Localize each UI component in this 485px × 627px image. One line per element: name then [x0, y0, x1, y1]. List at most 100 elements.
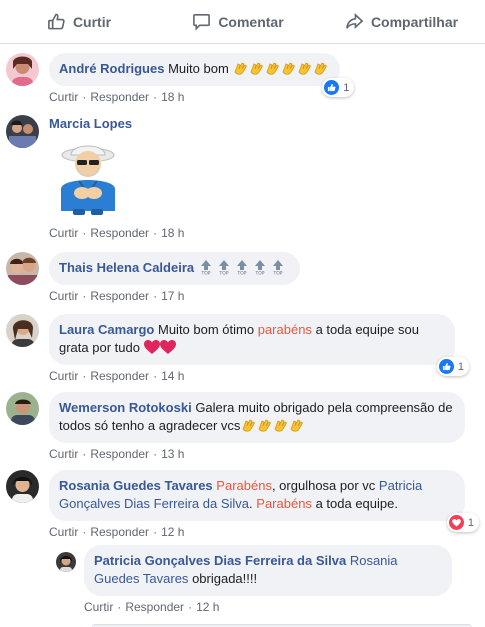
- comment-reply-link[interactable]: Responder: [90, 369, 149, 383]
- comment-meta: Curtir · Responder · 18 h: [49, 90, 185, 104]
- comment-reply-link[interactable]: Responder: [90, 289, 149, 303]
- comment-bubble: Laura Camargo Muito bom ótimo parabéns a…: [49, 314, 469, 376]
- comment-bubble: André Rodrigues Muito bom 1: [49, 53, 355, 97]
- comment-like-link[interactable]: Curtir: [49, 447, 78, 461]
- comment-item: Thais Helena Caldeira TOP TOP TOP TOP TOP Cu…: [6, 252, 300, 303]
- comment-timestamp[interactable]: 17 h: [161, 289, 184, 303]
- reaction-summary[interactable]: 1: [322, 78, 355, 97]
- clapping-hands-emoji-group: [240, 418, 304, 433]
- like-button[interactable]: Curtir: [0, 5, 158, 39]
- avatar[interactable]: [6, 53, 39, 86]
- comment-timestamp[interactable]: 18 h: [161, 90, 184, 104]
- comment-bubble: Thais Helena Caldeira TOP TOP TOP TOP TOP: [49, 252, 300, 285]
- comment-author[interactable]: Wemerson Rotokoski: [59, 400, 192, 415]
- comment-reply-link[interactable]: Responder: [90, 525, 149, 539]
- highlighted-word: parabéns: [257, 322, 312, 337]
- comment-meta: Curtir · Responder · 13 h: [49, 447, 185, 461]
- comment-timestamp[interactable]: 13 h: [161, 447, 184, 461]
- like-reaction-icon: [438, 359, 454, 374]
- avatar[interactable]: [6, 252, 39, 285]
- clapping-hands-icon: [258, 419, 272, 432]
- clapping-hands-icon: [282, 62, 296, 75]
- comment-like-link[interactable]: Curtir: [49, 369, 78, 383]
- clapping-hands-icon: [298, 62, 312, 75]
- comment-timestamp[interactable]: 12 h: [196, 600, 219, 614]
- comment-item: André Rodrigues Muito bom 1 Curtir · Respo…: [6, 53, 355, 104]
- top-arrow-icon: TOP: [272, 260, 283, 276]
- svg-text:TOP: TOP: [218, 271, 228, 276]
- highlighted-word: Parabéns: [256, 496, 312, 511]
- reaction-count: 1: [457, 360, 464, 373]
- top-arrow-icon: TOP: [236, 260, 247, 276]
- avatar[interactable]: [6, 314, 39, 347]
- red-heart-icon: [159, 340, 176, 354]
- clapping-hands-icon: [234, 62, 248, 75]
- avatar[interactable]: [6, 392, 39, 425]
- comment-reply-link[interactable]: Responder: [90, 226, 149, 240]
- share-button[interactable]: Compartilhar: [318, 5, 485, 39]
- top-arrow-icon: TOP: [254, 260, 265, 275]
- comment-author[interactable]: Marcia Lopes: [49, 116, 132, 131]
- comment-meta: Curtir · Responder · 12 h: [84, 600, 220, 614]
- like-reaction-icon: [324, 80, 340, 95]
- comment-like-link[interactable]: Curtir: [49, 90, 78, 104]
- comment-meta: Curtir · Responder · 17 h: [49, 289, 185, 303]
- comment-bubble: Marcia Lopes: [49, 115, 132, 133]
- reaction-summary[interactable]: 1: [446, 513, 479, 532]
- comment-timestamp[interactable]: 18 h: [161, 226, 184, 240]
- comment-reply-link[interactable]: Responder: [90, 447, 149, 461]
- comment-timestamp[interactable]: 12 h: [161, 525, 184, 539]
- red-heart-icon: [143, 340, 160, 354]
- top-arrow-icon: TOP: [218, 260, 229, 276]
- svg-text:TOP: TOP: [200, 271, 210, 276]
- comment-author[interactable]: Thais Helena Caldeira: [59, 260, 194, 275]
- old-man-clapping-sticker[interactable]: [49, 133, 184, 222]
- avatar[interactable]: [56, 552, 76, 572]
- avatar[interactable]: [6, 470, 39, 503]
- comment-bubble: Rosania Guedes Tavares Parabéns, orgulho…: [49, 470, 479, 532]
- share-label: Compartilhar: [370, 13, 459, 30]
- comment-author[interactable]: André Rodrigues: [59, 61, 164, 76]
- reaction-summary[interactable]: 1: [436, 357, 469, 376]
- love-reaction-icon: [448, 515, 464, 530]
- comment-text: Muito bom: [168, 61, 229, 76]
- comment-timestamp[interactable]: 14 h: [161, 369, 184, 383]
- comment-reply-link[interactable]: Responder: [90, 90, 149, 104]
- reaction-count: 1: [467, 516, 474, 529]
- thumbs-up-icon: [48, 13, 65, 30]
- comment-text: Muito bom ótimo: [158, 322, 255, 337]
- comment-text: , orgulhosa por vc: [271, 478, 376, 493]
- clapping-hands-icon: [290, 419, 304, 432]
- comment-author[interactable]: Rosania Guedes Tavares: [59, 478, 213, 493]
- highlighted-word: Parabéns: [216, 478, 272, 493]
- comment-label: Comentar: [218, 13, 284, 30]
- svg-text:TOP: TOP: [236, 271, 246, 276]
- clapping-hands-icon: [274, 419, 288, 432]
- comment-like-link[interactable]: Curtir: [49, 289, 78, 303]
- red-heart-emoji-group: [143, 340, 176, 355]
- comment-author[interactable]: Patricia Gonçalves Dias Ferreira da Silv…: [94, 553, 346, 568]
- comment-meta: Curtir · Responder · 12 h: [49, 525, 185, 539]
- comment-like-link[interactable]: Curtir: [49, 525, 78, 539]
- comment-button[interactable]: Comentar: [158, 5, 318, 39]
- comment-meta: Curtir · Responder · 18 h: [49, 226, 185, 240]
- svg-text:TOP: TOP: [272, 271, 282, 276]
- comment-item: Laura Camargo Muito bom ótimo parabéns a…: [6, 314, 469, 383]
- clapping-hands-emoji-group: [232, 61, 328, 76]
- avatar[interactable]: [6, 115, 39, 148]
- clapping-hands-icon: [242, 419, 256, 432]
- clapping-hands-icon: [314, 62, 328, 75]
- speech-bubble-icon: [193, 14, 211, 31]
- comment-author[interactable]: Laura Camargo: [59, 322, 154, 337]
- comment-like-link[interactable]: Curtir: [84, 600, 113, 614]
- comment-meta: Curtir · Responder · 14 h: [49, 369, 185, 383]
- comment-item: Marcia Lopes Curtir · Responder · 18 h: [6, 115, 184, 240]
- comment-item: Rosania Guedes Tavares Parabéns, orgulho…: [6, 470, 479, 539]
- top-arrow-emoji-group: TOP TOP TOP TOP TOP: [198, 260, 288, 275]
- reaction-count: 1: [343, 81, 350, 94]
- comment-reply-link[interactable]: Responder: [125, 600, 184, 614]
- reply-item: Patricia Gonçalves Dias Ferreira da Silv…: [56, 545, 452, 614]
- comment-bubble: Patricia Gonçalves Dias Ferreira da Silv…: [84, 545, 452, 596]
- comment-text: a toda equipe.: [315, 496, 398, 511]
- comment-like-link[interactable]: Curtir: [49, 226, 78, 240]
